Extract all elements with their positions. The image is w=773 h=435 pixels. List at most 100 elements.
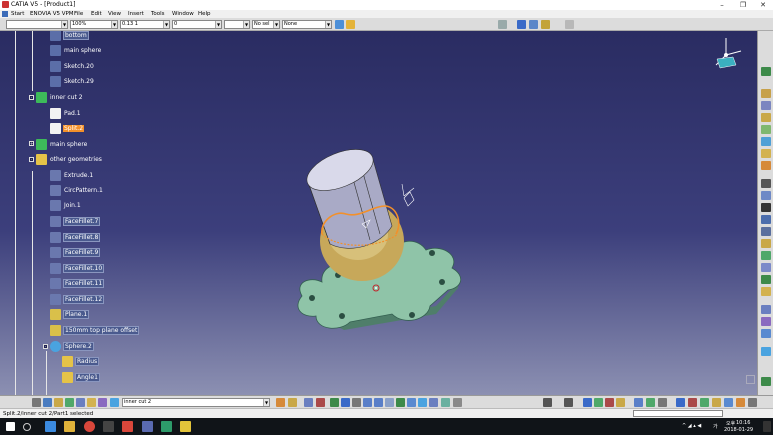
tree-node-main-sphere[interactable]: main sphere (50, 45, 102, 56)
tree-node-facefillet10[interactable]: FaceFillet.10 (50, 263, 105, 274)
extract-icon[interactable] (761, 227, 771, 236)
tree-node-sketch29[interactable]: Sketch.29 (50, 76, 95, 87)
properties-icon[interactable] (346, 20, 355, 29)
measure-icon[interactable] (761, 317, 771, 326)
swap-space-icon[interactable] (429, 398, 438, 407)
macro-icon[interactable] (316, 398, 325, 407)
curvature-icon[interactable] (616, 398, 625, 407)
translate-icon[interactable] (761, 179, 771, 188)
menu-window[interactable]: Window (172, 10, 194, 18)
tree-node-facefillet11[interactable]: FaceFillet.11 (50, 278, 105, 289)
plane-icon[interactable] (541, 20, 550, 29)
render-mode-icon[interactable] (746, 375, 755, 384)
expand-toggle[interactable]: + (29, 141, 34, 146)
pattern-icon[interactable] (761, 215, 771, 224)
close-icon[interactable] (761, 67, 771, 76)
menu-insert[interactable]: Insert (128, 10, 144, 18)
tree-node-facefillet8[interactable]: FaceFillet.8 (50, 232, 101, 243)
maximize-button[interactable]: ❐ (733, 0, 753, 10)
grid-icon[interactable] (761, 329, 771, 338)
render-icon[interactable] (441, 398, 450, 407)
boundary-icon[interactable] (761, 239, 771, 248)
tree-node-join1[interactable]: Join.1 (50, 200, 82, 211)
line-type-combo[interactable]: 0 ▼ (172, 20, 222, 29)
rotate-view-icon[interactable] (352, 398, 361, 407)
menu-tools[interactable]: Tools (151, 10, 165, 18)
formula-icon[interactable] (700, 398, 709, 407)
acrobat-icon[interactable] (122, 421, 133, 432)
edge-icon[interactable] (45, 421, 56, 432)
law-icon[interactable] (761, 275, 771, 284)
style-combo[interactable]: ▼ (6, 20, 68, 29)
sweep-icon[interactable] (761, 125, 771, 134)
tree-node-facefillet9[interactable]: FaceFillet.9 (50, 247, 101, 258)
command-input[interactable] (633, 410, 723, 417)
tree-node-150mm-plane[interactable]: 150mm top plane offset (50, 325, 140, 336)
tray-icons[interactable]: ^ ◢ ▴ ◀ (682, 423, 701, 429)
lock-icon[interactable] (658, 398, 667, 407)
menu-file[interactable]: File (74, 10, 83, 18)
tree-icon[interactable] (54, 398, 63, 407)
kakaotalk-icon[interactable] (180, 421, 191, 432)
3d-viewport[interactable]: bottom main sphere Sketch.20 Sketch.29 -… (0, 31, 757, 395)
point-combo[interactable]: ▼ (224, 20, 250, 29)
split-icon[interactable] (761, 149, 771, 158)
menu-start[interactable]: Start (11, 10, 24, 18)
heal-icon[interactable] (761, 263, 771, 272)
zoom-combo[interactable]: 100% ▼ (70, 20, 118, 29)
fly-icon[interactable] (43, 398, 52, 407)
line-icon[interactable] (529, 20, 538, 29)
expand-toggle[interactable]: - (29, 95, 34, 100)
update-icon[interactable] (65, 398, 74, 407)
tree-node-sketch20[interactable]: Sketch.20 (50, 61, 95, 72)
line-thickness-combo[interactable]: 0.13 1 ▼ (120, 20, 170, 29)
axis-icon[interactable] (646, 398, 655, 407)
sketch-analysis-icon[interactable] (583, 398, 592, 407)
offset-icon[interactable] (761, 137, 771, 146)
zoom-out-icon[interactable] (374, 398, 383, 407)
quick-view-icon[interactable] (396, 398, 405, 407)
tree-node-split2[interactable]: Split.2 (50, 123, 85, 134)
extrude-icon[interactable] (761, 113, 771, 122)
apply-material-icon[interactable] (288, 398, 297, 407)
tree-node-plane1[interactable]: Plane.1 (50, 309, 90, 320)
clock-date[interactable]: 2018-01-29 (724, 427, 753, 433)
tree-node-angle1[interactable]: Angle1 (62, 372, 100, 383)
expand-toggle[interactable]: - (43, 344, 48, 349)
fit-all-icon[interactable] (330, 398, 339, 407)
windows-start-icon[interactable] (6, 422, 15, 431)
document-icon[interactable] (2, 11, 8, 17)
view-mode-icon[interactable] (407, 398, 416, 407)
parameter-icon[interactable] (688, 398, 697, 407)
formula-icon[interactable] (87, 398, 96, 407)
chrome-icon[interactable] (84, 421, 95, 432)
notification-icon[interactable] (763, 421, 771, 432)
point-icon[interactable] (761, 101, 771, 110)
grid-icon[interactable] (565, 20, 574, 29)
tree-node-main-sphere-body[interactable]: main sphere (36, 139, 88, 150)
part-3d-model[interactable] (280, 126, 480, 336)
knowledge-icon[interactable] (98, 398, 107, 407)
rotate-icon[interactable] (761, 191, 771, 200)
menu-edit[interactable]: Edit (91, 10, 102, 18)
sketch-view-icon[interactable] (498, 20, 507, 29)
hide-show-icon[interactable] (418, 398, 427, 407)
analysis-icon[interactable] (761, 287, 771, 296)
minimize-button[interactable]: – (712, 0, 732, 10)
zoom-in-icon[interactable] (363, 398, 372, 407)
expand-toggle[interactable]: - (29, 157, 34, 162)
close-button[interactable]: ✕ (753, 0, 773, 10)
layer-combo[interactable]: No sel ▼ (252, 20, 280, 29)
tree-node-sphere2[interactable]: Sphere.2 (50, 341, 94, 352)
current-body-combo[interactable]: inner cut 2 ▼ (122, 398, 270, 407)
tree-node-facefillet7[interactable]: FaceFillet.7 (50, 216, 101, 227)
tool-icon[interactable] (304, 398, 313, 407)
menu-enovia[interactable]: ENOVIA V5 VPM (30, 10, 74, 18)
tree-node-other-geometries[interactable]: other geometries (36, 154, 103, 165)
snap-icon[interactable] (761, 347, 771, 356)
catalog-icon[interactable] (276, 398, 285, 407)
tree-node-pad1[interactable]: Pad.1 (50, 108, 82, 119)
measure-icon[interactable] (564, 398, 573, 407)
body-icon[interactable] (110, 398, 119, 407)
draft-analysis-icon[interactable] (605, 398, 614, 407)
